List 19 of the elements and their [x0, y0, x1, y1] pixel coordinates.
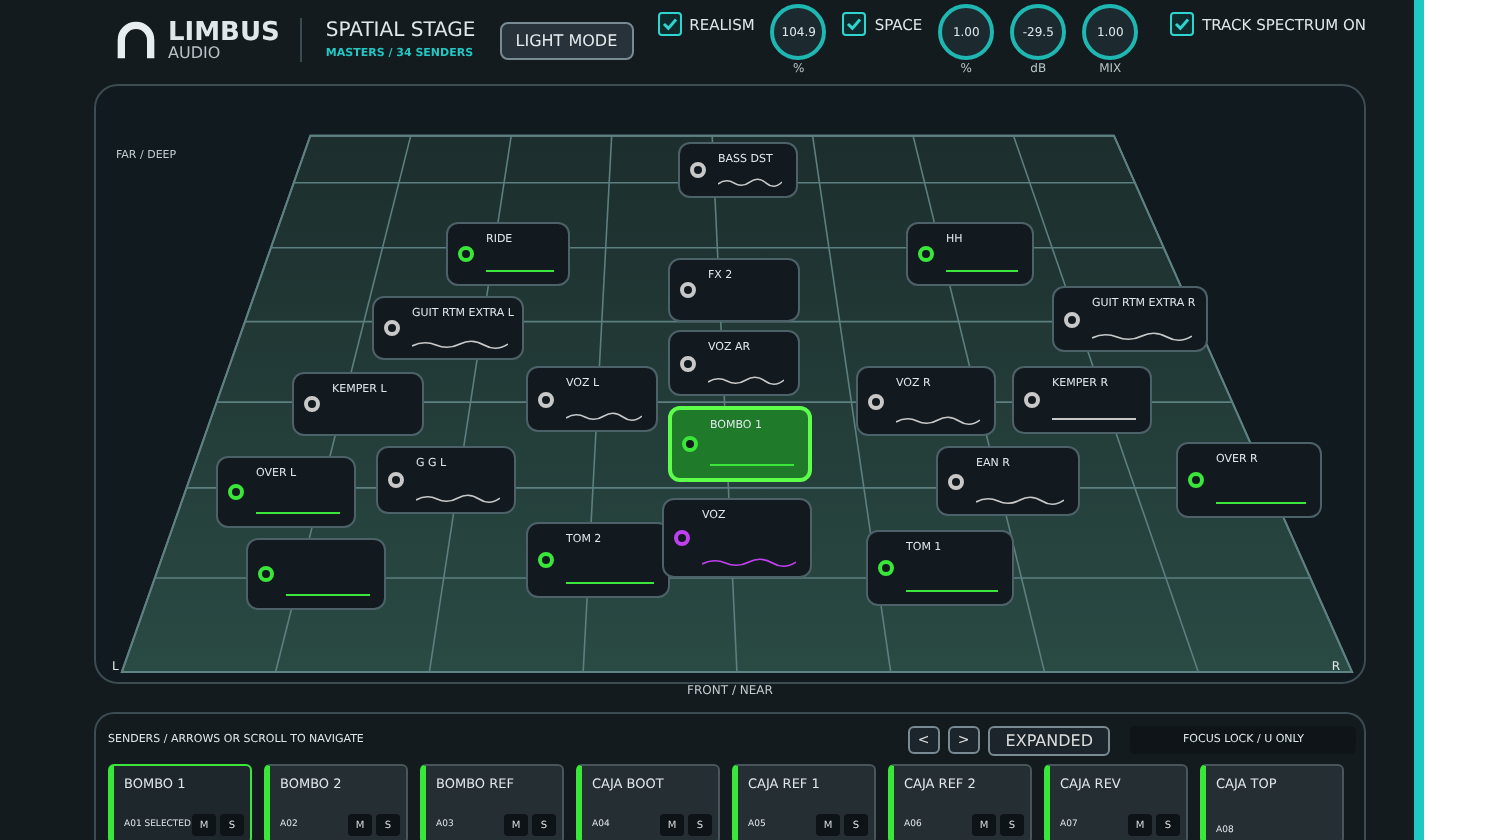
light-mode-button[interactable]: LIGHT MODE	[499, 21, 634, 59]
waveform-icon	[566, 410, 642, 422]
sender-node[interactable]	[246, 538, 386, 610]
brand-subtitle: AUDIO	[168, 45, 223, 61]
waveform-icon	[1092, 330, 1192, 342]
app-title: SPATIAL STAGE	[325, 20, 476, 42]
waveform-icon	[412, 338, 508, 350]
waveform-icon	[702, 556, 796, 568]
checkbox[interactable]	[1170, 12, 1195, 36]
waveform-icon	[896, 414, 980, 426]
waveform-icon	[976, 494, 1064, 506]
waveform-icon	[718, 176, 782, 188]
logo-icon	[114, 18, 158, 62]
expanded-button[interactable]: EXPANDED	[987, 725, 1111, 755]
waveform-icon	[416, 492, 500, 504]
waveform-icon	[708, 374, 784, 386]
brand-name: LIMBUS	[168, 19, 280, 45]
checkbox[interactable]	[842, 12, 867, 36]
checkbox[interactable]	[657, 12, 682, 36]
